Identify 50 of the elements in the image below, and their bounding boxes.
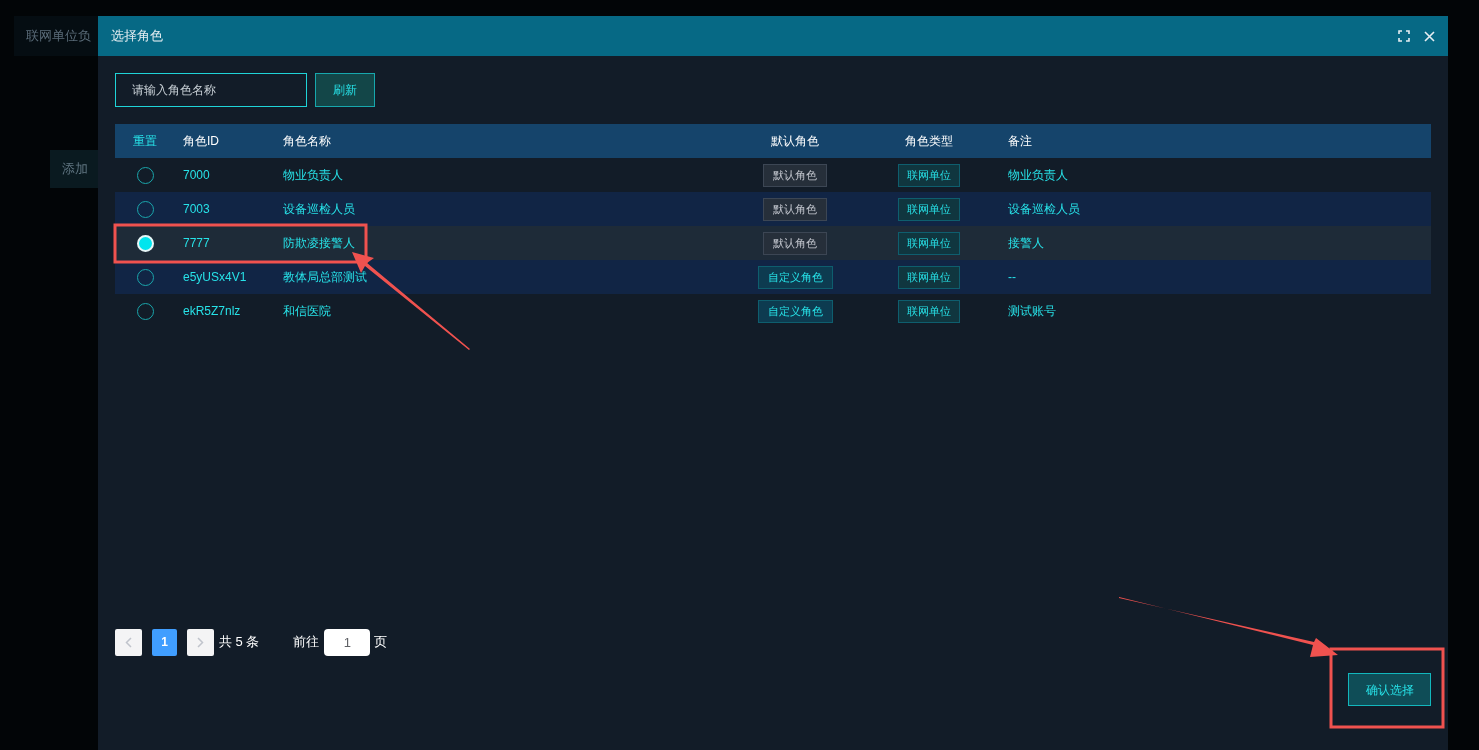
column-header: 角色ID <box>183 133 219 150</box>
role-id: e5yUSx4V1 <box>183 269 247 286</box>
type-tag: 联网单位 <box>898 265 960 289</box>
remark: 测试账号 <box>1008 303 1056 320</box>
role-tag: 自定义角色 <box>757 299 833 323</box>
role-tag: 默认角色 <box>763 231 827 255</box>
next-page-button[interactable] <box>187 628 214 656</box>
fullscreen-icon[interactable] <box>1398 30 1410 42</box>
dialog-title: 选择角色 <box>111 27 164 46</box>
role-tag: 自定义角色 <box>757 265 833 289</box>
table-row[interactable]: 7003 设备巡检人员 默认角色 联网单位 设备巡检人员 <box>115 192 1431 226</box>
page-unit-label: 页 <box>374 633 388 652</box>
role-tag: 默认角色 <box>763 163 827 187</box>
type-tag: 联网单位 <box>898 299 960 323</box>
goto-label: 前往 <box>293 633 320 652</box>
type-tag: 联网单位 <box>898 197 960 221</box>
type-tag: 联网单位 <box>898 231 960 255</box>
chevron-left-icon <box>125 636 132 648</box>
background-tab[interactable]: 添加 <box>50 150 98 188</box>
total-count: 共 5 条 <box>219 633 260 652</box>
confirm-button[interactable]: 确认选择 <box>1348 673 1431 706</box>
role-name: 防欺凌接警人 <box>283 235 355 252</box>
role-name: 物业负责人 <box>283 167 343 184</box>
table-row[interactable]: 7777 防欺凌接警人 默认角色 联网单位 接警人 <box>115 226 1431 260</box>
role-id: 7000 <box>183 167 210 184</box>
column-header: 角色名称 <box>283 133 331 150</box>
remark: -- <box>1008 269 1016 286</box>
column-header: 角色类型 <box>905 133 953 150</box>
previous-page-button[interactable] <box>115 628 142 656</box>
role-tag: 默认角色 <box>763 197 827 221</box>
remark: 物业负责人 <box>1008 167 1068 184</box>
role-name: 和信医院 <box>283 303 331 320</box>
remark: 接警人 <box>1008 235 1044 252</box>
column-header: 默认角色 <box>771 133 819 150</box>
role-name: 设备巡检人员 <box>283 201 355 218</box>
role-id: 7777 <box>183 235 210 252</box>
page-title: 联网单位负 <box>26 27 91 46</box>
role-name: 教体局总部测试 <box>283 269 367 286</box>
type-tag: 联网单位 <box>898 163 960 187</box>
role-id: ekR5Z7nlz <box>183 303 241 320</box>
close-icon[interactable] <box>1424 30 1435 42</box>
page-number-field[interactable]: 1 <box>324 628 371 656</box>
role-id: 7003 <box>183 201 210 218</box>
chevron-right-icon <box>197 636 204 648</box>
column-header: 备注 <box>1008 133 1032 150</box>
table-row[interactable]: e5yUSx4V1 教体局总部测试 自定义角色 联网单位 -- <box>115 260 1431 294</box>
reset-link[interactable]: 重置 <box>133 132 157 150</box>
refresh-button[interactable]: 刷新 <box>315 73 375 107</box>
remark: 设备巡检人员 <box>1008 201 1080 218</box>
search-field[interactable]: 请输入角色名称 <box>115 73 307 107</box>
